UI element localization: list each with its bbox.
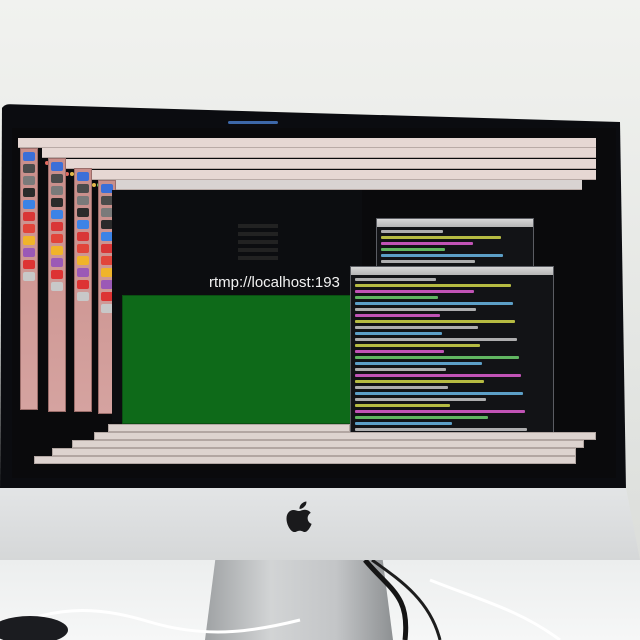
dock-app-icon[interactable]: [77, 280, 89, 289]
dock-app-icon[interactable]: [77, 256, 89, 265]
terminal-output-line: [381, 230, 444, 233]
window-title-bar[interactable]: [18, 138, 596, 155]
terminal-output-line: [355, 368, 446, 371]
dock-app-icon[interactable]: [77, 172, 89, 181]
window-title-bar[interactable]: [42, 148, 596, 165]
dock-app-icon[interactable]: [23, 248, 35, 257]
dock-app-icon[interactable]: [23, 176, 35, 185]
terminal-output-line: [355, 374, 521, 377]
window-bottom-bar: [94, 432, 596, 440]
dock-app-icon[interactable]: [51, 282, 63, 291]
terminal-output-line: [381, 248, 445, 251]
dock-app-icon[interactable]: [23, 260, 35, 269]
window-bottom-bar: [34, 456, 576, 464]
terminal-output-line: [355, 428, 527, 431]
dock-app-icon[interactable]: [51, 258, 63, 267]
terminal-output-line: [355, 410, 525, 413]
terminal-output-line: [355, 284, 511, 287]
terminal-output-line: [355, 356, 519, 359]
window-title-bar[interactable]: [84, 170, 596, 187]
dock-app-icon[interactable]: [77, 244, 89, 253]
terminal-title-bar[interactable]: [377, 219, 533, 227]
terminal-output-line: [355, 362, 483, 365]
terminal-output-line: [355, 290, 475, 293]
status-text-block: [238, 224, 278, 260]
terminal-output-line: [355, 296, 438, 299]
dock: [74, 168, 92, 412]
dock-app-icon[interactable]: [77, 268, 89, 277]
window-control-dots[interactable]: [65, 161, 83, 176]
stream-preview-panel[interactable]: [122, 295, 369, 424]
terminal-window[interactable]: [350, 266, 554, 436]
dock-app-icon[interactable]: [51, 234, 63, 243]
dock-app-icon[interactable]: [77, 292, 89, 301]
monitor-chin: [0, 488, 640, 560]
terminal-output-line: [355, 344, 481, 347]
terminal-output-line: [355, 302, 513, 305]
terminal-output-line: [355, 308, 477, 311]
dock-app-icon[interactable]: [23, 224, 35, 233]
terminal-output-line: [355, 392, 523, 395]
apple-logo-icon: [286, 501, 312, 532]
dock: [48, 158, 66, 412]
terminal-output-line: [381, 242, 474, 245]
dock-app-icon[interactable]: [51, 222, 63, 231]
terminal-output-line: [355, 350, 444, 353]
terminal-output-line: [355, 278, 436, 281]
window-bottom-bar: [52, 448, 576, 456]
dock-app-icon[interactable]: [51, 162, 63, 171]
keyboard-cable: [0, 560, 561, 640]
terminal-output-line: [355, 404, 450, 407]
dock-app-icon[interactable]: [23, 188, 35, 197]
terminal-title-bar[interactable]: [351, 267, 553, 275]
dock-app-icon[interactable]: [23, 152, 35, 161]
terminal-output-line: [381, 260, 475, 263]
dock-app-icon[interactable]: [23, 272, 35, 281]
dock-app-icon[interactable]: [77, 184, 89, 193]
terminal-output-line: [381, 236, 502, 239]
window-bottom-bar: [108, 424, 350, 432]
window-control-dots[interactable]: [45, 150, 63, 165]
terminal-output-line: [355, 326, 479, 329]
dock-app-icon[interactable]: [23, 236, 35, 245]
dock-app-icon[interactable]: [51, 174, 63, 183]
dock-app-icon[interactable]: [23, 200, 35, 209]
window-bottom-bar: [72, 440, 584, 448]
dock-app-icon[interactable]: [77, 196, 89, 205]
dock-app-icon[interactable]: [51, 246, 63, 255]
dock-app-icon[interactable]: [77, 232, 89, 241]
terminal-output-line: [355, 386, 448, 389]
terminal-output-line: [355, 338, 517, 341]
terminal-output-line: [355, 422, 452, 425]
dock-app-icon[interactable]: [51, 210, 63, 219]
dock-app-icon[interactable]: [51, 270, 63, 279]
terminal-output-line: [381, 254, 503, 257]
terminal-output-line: [355, 332, 442, 335]
terminal-output-line: [355, 380, 485, 383]
terminal-output-line: [355, 320, 515, 323]
dock-app-icon[interactable]: [51, 198, 63, 207]
terminal-output-line: [355, 398, 487, 401]
dock: [20, 148, 38, 410]
terminal-output-line: [355, 314, 440, 317]
dock-app-icon[interactable]: [77, 208, 89, 217]
terminal-output-line: [355, 416, 489, 419]
stream-url-text: rtmp://localhost:193: [209, 274, 340, 291]
window-title-bar[interactable]: [62, 159, 596, 176]
dock-app-icon[interactable]: [23, 212, 35, 221]
window-title-bar[interactable]: [102, 180, 582, 197]
dock-app-icon[interactable]: [23, 164, 35, 173]
dock-app-icon[interactable]: [51, 186, 63, 195]
window-control-dots[interactable]: [21, 140, 39, 155]
monitor-screen: [12, 128, 616, 478]
dock-app-icon[interactable]: [77, 220, 89, 229]
camera-indicator: [228, 121, 278, 124]
